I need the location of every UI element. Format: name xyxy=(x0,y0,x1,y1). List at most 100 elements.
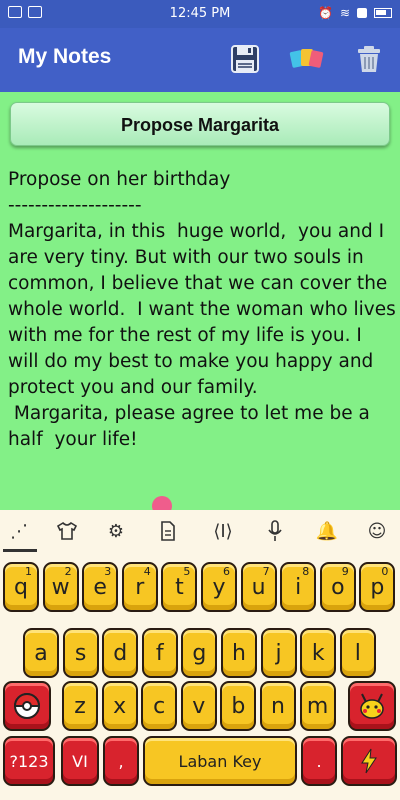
key-u[interactable]: u7 xyxy=(240,562,277,612)
key-label: o xyxy=(331,574,345,600)
key-label: , xyxy=(118,751,124,771)
key-hint: 8 xyxy=(302,565,310,578)
comma-key[interactable]: , xyxy=(103,736,139,786)
key-label: f xyxy=(155,640,164,666)
key-z[interactable]: z xyxy=(62,681,98,731)
key-j[interactable]: j xyxy=(260,628,297,678)
key-label: t xyxy=(175,574,184,600)
app-bar: My Notes xyxy=(0,28,400,92)
pokeball-icon xyxy=(13,693,41,719)
color-palette-button[interactable] xyxy=(288,42,324,76)
key-h[interactable]: h xyxy=(221,628,257,678)
key-hint: 4 xyxy=(143,565,151,578)
keyboard: ⋰ ⚙ ⟨I⟩ 🔔 ☺ q1w2e3r4t5y6u7i8o9p0asdfghjk… xyxy=(0,510,400,800)
key-c[interactable]: c xyxy=(141,681,178,731)
key-hint: 2 xyxy=(64,565,72,578)
key-label: y xyxy=(212,574,226,600)
app-title: My Notes xyxy=(18,45,112,68)
space-key[interactable]: Laban Key xyxy=(143,736,297,786)
key-label: u xyxy=(251,574,266,600)
key-w[interactable]: w2 xyxy=(42,562,79,612)
document-icon[interactable] xyxy=(155,518,181,544)
pikachu-icon xyxy=(360,693,384,719)
key-label: s xyxy=(74,640,87,666)
language-key[interactable]: VI xyxy=(61,736,99,786)
key-label: r xyxy=(135,574,145,600)
key-v[interactable]: v xyxy=(180,681,217,731)
lightning-icon xyxy=(361,748,377,774)
key-hint: 0 xyxy=(381,565,389,578)
shift-key[interactable] xyxy=(3,681,51,731)
key-k[interactable]: k xyxy=(300,628,337,678)
key-label: v xyxy=(192,693,206,719)
key-label: g xyxy=(192,640,207,666)
key-s[interactable]: s xyxy=(62,628,99,678)
symbols-key[interactable]: ?123 xyxy=(3,736,55,786)
settings-gear-icon[interactable]: ⚙ xyxy=(103,518,129,544)
key-hint: 5 xyxy=(183,565,191,578)
battery-icon xyxy=(374,8,392,18)
keyboard-dots-icon[interactable]: ⋰ xyxy=(6,518,32,544)
status-bar: 12:45 PM ⏰ ≋ xyxy=(0,0,400,28)
save-button[interactable] xyxy=(228,42,262,76)
key-label: h xyxy=(232,640,246,666)
key-hint: 1 xyxy=(25,565,32,578)
tshirt-icon[interactable] xyxy=(54,518,80,544)
emoji-icon[interactable]: ☺ xyxy=(364,518,390,544)
key-label: q xyxy=(14,574,28,600)
key-label: ?123 xyxy=(9,751,49,771)
microphone-icon[interactable] xyxy=(262,518,288,544)
key-label: l xyxy=(354,640,361,666)
note-body-text[interactable]: Propose on her birthday ----------------… xyxy=(8,167,396,453)
key-label: w xyxy=(51,574,70,600)
color-palette-icon xyxy=(289,49,324,68)
enter-key[interactable] xyxy=(341,736,397,786)
key-x[interactable]: x xyxy=(101,681,138,731)
signal-icon xyxy=(357,8,367,18)
key-label: Laban Key xyxy=(178,751,262,771)
key-label: e xyxy=(93,574,107,600)
key-hint: 3 xyxy=(104,565,112,578)
key-hint: 7 xyxy=(262,565,270,578)
key-label: b xyxy=(231,693,246,719)
key-b[interactable]: b xyxy=(220,681,257,731)
key-e[interactable]: e3 xyxy=(82,562,119,612)
key-t[interactable]: t5 xyxy=(161,562,198,612)
text-cursor-icon[interactable]: ⟨I⟩ xyxy=(210,518,236,544)
key-label: a xyxy=(34,640,48,666)
key-n[interactable]: n xyxy=(260,681,296,731)
key-y[interactable]: y6 xyxy=(201,562,237,612)
toolbar-selected-indicator xyxy=(3,549,37,552)
key-f[interactable]: f xyxy=(141,628,178,678)
keyboard-toolbar: ⋰ ⚙ ⟨I⟩ 🔔 ☺ xyxy=(0,510,400,552)
key-label: x xyxy=(113,693,127,719)
save-icon xyxy=(231,45,259,73)
key-p[interactable]: p0 xyxy=(359,562,396,612)
key-label: d xyxy=(113,640,128,666)
key-a[interactable]: a xyxy=(23,628,59,678)
key-hint: 6 xyxy=(223,565,230,578)
alarm-icon: ⏰ xyxy=(317,6,333,20)
key-label: n xyxy=(271,693,285,719)
note-title[interactable]: Propose Margarita xyxy=(10,102,390,146)
key-r[interactable]: r4 xyxy=(121,562,158,612)
key-label: m xyxy=(306,693,329,719)
key-label: VI xyxy=(72,751,88,771)
key-hint: 9 xyxy=(341,565,349,578)
key-label: c xyxy=(153,693,166,719)
period-key[interactable]: . xyxy=(301,736,337,786)
trash-icon xyxy=(358,46,380,72)
key-o[interactable]: o9 xyxy=(319,562,356,612)
key-l[interactable]: l xyxy=(339,628,376,678)
key-d[interactable]: d xyxy=(102,628,139,678)
bell-icon[interactable]: 🔔 xyxy=(314,518,340,544)
key-label: z xyxy=(74,693,86,719)
key-m[interactable]: m xyxy=(299,681,336,731)
key-i[interactable]: i8 xyxy=(280,562,317,612)
key-q[interactable]: q1 xyxy=(3,562,39,612)
backspace-key[interactable] xyxy=(348,681,396,731)
wifi-icon: ≋ xyxy=(339,6,350,20)
key-label: . xyxy=(316,751,322,771)
key-g[interactable]: g xyxy=(181,628,218,678)
delete-button[interactable] xyxy=(352,42,386,76)
